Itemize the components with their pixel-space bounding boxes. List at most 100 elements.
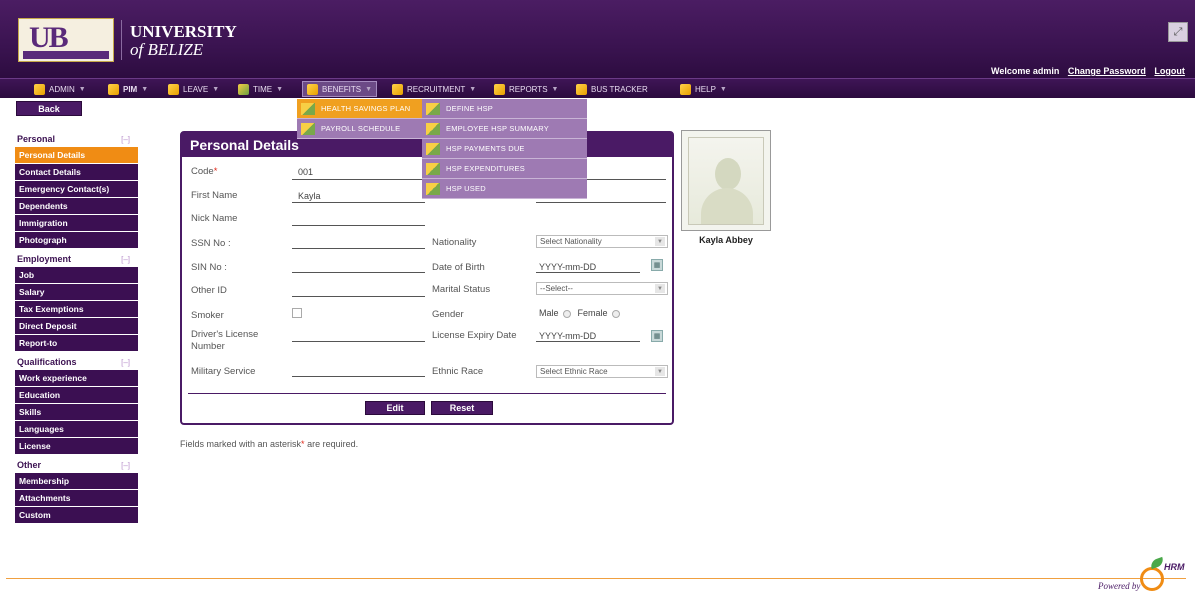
collapse-toggle[interactable]: [–] <box>121 135 130 144</box>
dob-field[interactable]: YYYY-mm-DD <box>539 262 596 272</box>
menu-item-payroll-schedule[interactable]: Payroll Schedule <box>297 119 422 139</box>
sidebar-item-attachments[interactable]: Attachments <box>15 490 138 506</box>
menu-item-employee-hsp-summary[interactable]: Employee HSP Summary <box>422 119 587 139</box>
employee-name: Kayla Abbey <box>699 235 753 245</box>
footer-divider <box>6 578 1186 579</box>
chevron-down-icon: ▼ <box>719 85 727 93</box>
chevron-down-icon: ▼ <box>365 85 373 93</box>
dob-underline <box>536 272 640 273</box>
sidebar-section-employment[interactable]: Employment [–] <box>15 251 138 267</box>
menu-leave[interactable]: Leave ▼ <box>168 81 219 97</box>
military-service-field[interactable] <box>292 376 425 377</box>
first-name-field[interactable]: Kayla <box>298 191 321 201</box>
sidebar-item-license[interactable]: License <box>15 438 138 454</box>
chevron-down-icon: ▼ <box>655 284 665 293</box>
admin-icon <box>34 83 45 95</box>
ethnic-race-select[interactable]: Select Ethnic Race ▼ <box>536 365 668 378</box>
menu-reports[interactable]: Reports ▼ <box>494 81 558 97</box>
sidebar-item-custom[interactable]: Custom <box>15 507 138 523</box>
hsp-icon <box>426 142 440 155</box>
logout-link[interactable]: Logout <box>1154 66 1185 76</box>
sidebar-section-personal[interactable]: Personal [–] <box>15 131 138 147</box>
sidebar-section-other[interactable]: Other [–] <box>15 457 138 473</box>
menu-help[interactable]: Help ▼ <box>680 81 727 97</box>
hsp-icon <box>301 102 315 115</box>
menu-item-hsp-used[interactable]: HSP Used <box>422 179 587 199</box>
orange-ring-icon <box>1140 567 1164 591</box>
sidebar-item-job[interactable]: Job <box>15 267 138 283</box>
menu-pim[interactable]: PIM ▼ <box>108 81 148 97</box>
menu-bus-tracker[interactable]: Bus Tracker <box>576 81 648 97</box>
change-password-link[interactable]: Change Password <box>1068 66 1146 76</box>
gender-label: Gender <box>432 309 464 320</box>
calendar-icon[interactable]: ▦ <box>651 259 663 271</box>
nick-name-field[interactable] <box>292 225 425 226</box>
section-label: Employment <box>17 254 72 264</box>
sidebar-section-qualifications[interactable]: Qualifications [–] <box>15 354 138 370</box>
chevron-down-icon: ▼ <box>141 85 149 93</box>
nick-name-label: Nick Name <box>191 213 238 224</box>
sidebar-item-membership[interactable]: Membership <box>15 473 138 489</box>
reset-button[interactable]: Reset <box>431 401 493 415</box>
sidebar-item-immigration[interactable]: Immigration <box>15 215 138 231</box>
sidebar-item-education[interactable]: Education <box>15 387 138 403</box>
sidebar-item-personal-details[interactable]: Personal Details <box>15 147 138 163</box>
marital-status-label: Marital Status <box>432 284 491 295</box>
nationality-select[interactable]: Select Nationality ▼ <box>536 235 668 248</box>
license-expiry-field[interactable]: YYYY-mm-DD <box>539 331 596 341</box>
sidebar-item-languages[interactable]: Languages <box>15 421 138 437</box>
other-id-field[interactable] <box>292 296 425 297</box>
menu-item-health-savings-plan[interactable]: Health Savings Plan <box>297 99 422 119</box>
chevron-down-icon: ▼ <box>655 237 665 246</box>
license-expiry-label: License Expiry Date <box>432 330 517 341</box>
sidebar-item-photograph[interactable]: Photograph <box>15 232 138 248</box>
gender-female-radio[interactable] <box>612 309 621 318</box>
menu-label: Time <box>253 84 273 94</box>
collapse-toggle[interactable]: [–] <box>121 255 130 264</box>
middle-name-field[interactable] <box>536 202 666 203</box>
menu-item-define-hsp[interactable]: Define HSP <box>422 99 587 119</box>
sidebar-item-dependents[interactable]: Dependents <box>15 198 138 214</box>
menu-item-label: Payroll Schedule <box>321 124 401 133</box>
logo-mark: UB <box>29 21 69 54</box>
calendar-icon[interactable]: ▦ <box>651 330 663 342</box>
sidebar-item-contact-details[interactable]: Contact Details <box>15 164 138 180</box>
hsp-icon <box>426 122 440 135</box>
orangehrm-logo[interactable]: HRM <box>1140 556 1190 592</box>
employee-photo[interactable] <box>681 130 771 231</box>
menu-item-hsp-expenditures[interactable]: HSP Expenditures <box>422 159 587 179</box>
license-number-field[interactable] <box>292 341 425 342</box>
code-field[interactable]: 001 <box>298 167 313 177</box>
sidebar-item-salary[interactable]: Salary <box>15 284 138 300</box>
university-name-line2: of BELIZE <box>130 40 204 59</box>
sidebar-item-report-to[interactable]: Report-to <box>15 335 138 351</box>
menu-item-hsp-payments-due[interactable]: HSP Payments Due <box>422 139 587 159</box>
time-icon <box>238 83 249 95</box>
sidebar-item-emergency-contacts[interactable]: Emergency Contact(s) <box>15 181 138 197</box>
smoker-checkbox[interactable] <box>292 308 302 318</box>
collapse-toggle[interactable]: [–] <box>121 461 130 470</box>
menu-benefits[interactable]: Benefits ▼ <box>302 81 378 97</box>
note-text-b: are required. <box>307 439 359 449</box>
sidebar-item-tax-exemptions[interactable]: Tax Exemptions <box>15 301 138 317</box>
section-label: Personal <box>17 134 56 144</box>
expand-icon[interactable]: ⤢ <box>1168 22 1188 42</box>
app-header: UB UNIVERSITY of BELIZE ⤢ Welcome admin … <box>0 0 1195 78</box>
avatar-body <box>701 188 753 224</box>
sidebar-item-direct-deposit[interactable]: Direct Deposit <box>15 318 138 334</box>
ssn-field[interactable] <box>292 248 425 249</box>
menu-time[interactable]: Time ▼ <box>238 81 283 97</box>
sidebar-item-work-experience[interactable]: Work experience <box>15 370 138 386</box>
hsp-icon <box>426 102 440 115</box>
collapse-toggle[interactable]: [–] <box>121 358 130 367</box>
marital-status-select[interactable]: --Select-- ▼ <box>536 282 668 295</box>
photo-frame <box>688 137 764 225</box>
menu-admin[interactable]: Admin ▼ <box>34 81 86 97</box>
edit-button[interactable]: Edit <box>365 401 425 415</box>
sidebar-item-skills[interactable]: Skills <box>15 404 138 420</box>
menu-recruitment[interactable]: Recruitment ▼ <box>392 81 476 97</box>
back-button[interactable]: Back <box>16 101 82 116</box>
sin-field[interactable] <box>292 272 425 273</box>
gender-male-radio[interactable] <box>563 309 572 318</box>
employee-sidebar: Personal [–] Personal Details Contact De… <box>15 128 138 524</box>
